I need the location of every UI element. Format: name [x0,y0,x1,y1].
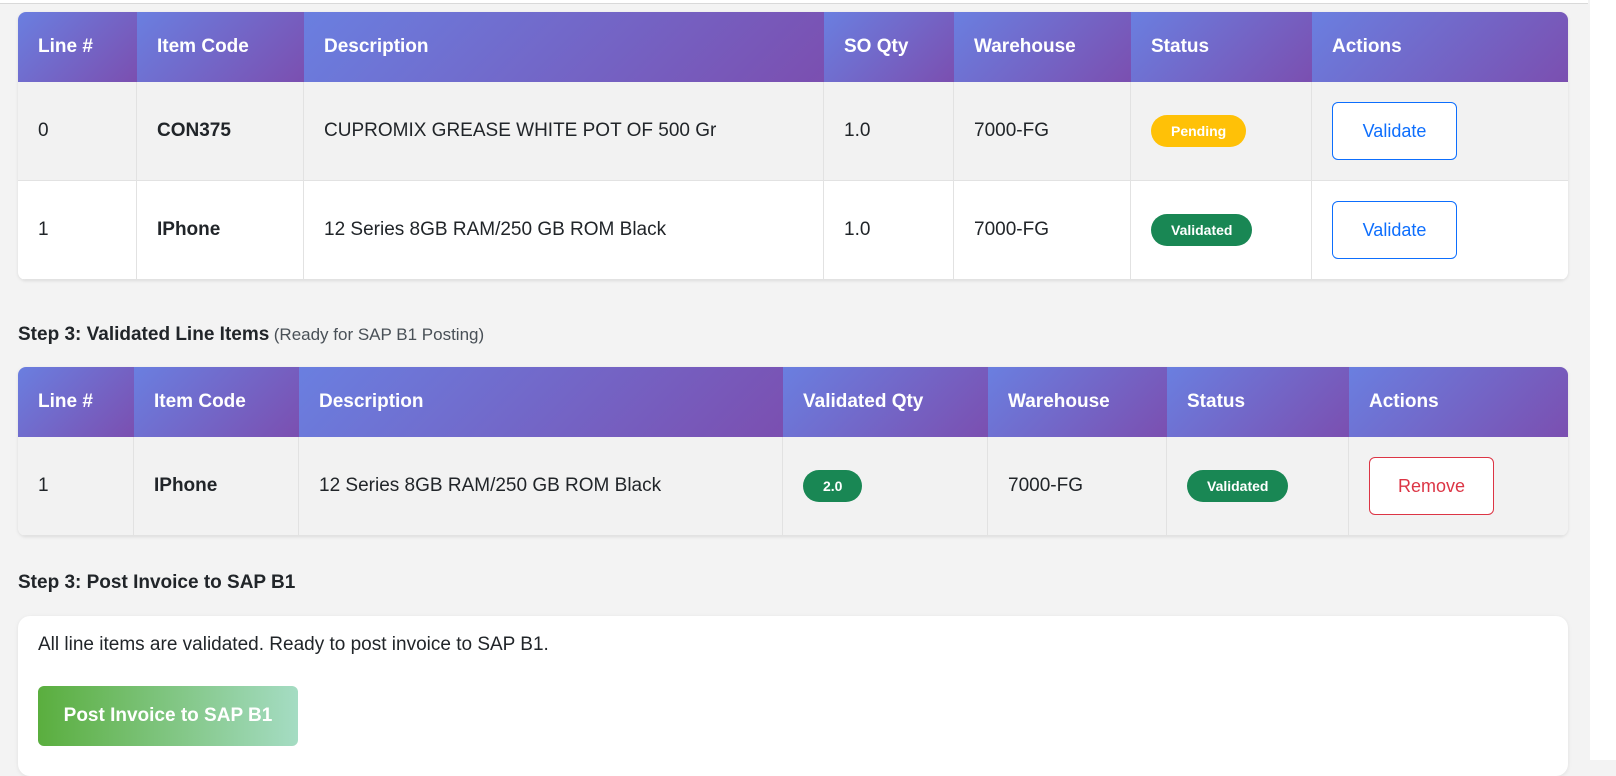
cell-description: CUPROMIX GREASE WHITE POT OF 500 Gr [304,82,824,181]
cell-warehouse: 7000-FG [954,82,1131,181]
cell-status: Pending [1131,82,1312,181]
column-header-actions: Actions [1312,12,1568,82]
scrollbar-track[interactable] [1590,0,1616,760]
cell-line: 1 [18,181,137,280]
cell-actions: Remove [1349,437,1568,536]
cell-line: 1 [18,437,134,536]
cell-warehouse: 7000-FG [988,437,1167,536]
remove-button[interactable]: Remove [1369,457,1494,515]
table-header-row: Line # Item Code Description Validated Q… [18,367,1568,437]
table-row: 1 IPhone 12 Series 8GB RAM/250 GB ROM Bl… [18,437,1568,536]
column-header-item-code: Item Code [137,12,304,82]
cell-description: 12 Series 8GB RAM/250 GB ROM Black [299,437,783,536]
post-invoice-button[interactable]: Post Invoice to SAP B1 [38,686,298,746]
column-header-validated-qty: Validated Qty [783,367,988,437]
table-row: 0 CON375 CUPROMIX GREASE WHITE POT OF 50… [18,82,1568,181]
column-header-description: Description [304,12,824,82]
column-header-warehouse: Warehouse [988,367,1167,437]
cell-description: 12 Series 8GB RAM/250 GB ROM Black [304,181,824,280]
cell-qty: 1.0 [824,181,954,280]
column-header-line: Line # [18,367,134,437]
table-row: 1 IPhone 12 Series 8GB RAM/250 GB ROM Bl… [18,181,1568,280]
cell-item-code: IPhone [137,181,304,280]
pending-items-table: Line # Item Code Description SO Qty Ware… [18,12,1568,280]
cell-status: Validated [1131,181,1312,280]
post-section-title: Step 3: Post Invoice to SAP B1 [18,572,296,593]
column-header-warehouse: Warehouse [954,12,1131,82]
validate-button[interactable]: Validate [1332,102,1457,160]
cell-validated-qty: 2.0 [783,437,988,536]
cell-qty: 1.0 [824,82,954,181]
cell-actions: Validate [1312,82,1568,181]
cell-status: Validated [1167,437,1349,536]
table-header-row: Line # Item Code Description SO Qty Ware… [18,12,1568,82]
status-badge-pending: Pending [1151,115,1247,147]
column-header-status: Status [1131,12,1312,82]
status-badge-validated: Validated [1187,470,1289,502]
qty-badge: 2.0 [803,470,863,502]
cell-actions: Validate [1312,181,1568,280]
column-header-description: Description [299,367,783,437]
column-header-actions: Actions [1349,367,1568,437]
validate-button[interactable]: Validate [1332,201,1457,259]
column-header-item-code: Item Code [134,367,299,437]
cell-item-code: IPhone [134,437,299,536]
ready-message: All line items are validated. Ready to p… [38,634,549,655]
column-header-qty: SO Qty [824,12,954,82]
validated-items-table: Line # Item Code Description Validated Q… [18,367,1568,536]
cell-line: 0 [18,82,137,181]
cell-item-code: CON375 [137,82,304,181]
top-border [0,0,1588,4]
status-badge-validated: Validated [1151,214,1253,246]
section-title: Step 3: Validated Line Items [18,324,270,345]
column-header-status: Status [1167,367,1349,437]
validated-section-heading: Step 3: Validated Line Items (Ready for … [18,324,484,346]
cell-warehouse: 7000-FG [954,181,1131,280]
column-header-line: Line # [18,12,137,82]
section-subtitle: (Ready for SAP B1 Posting) [273,325,485,344]
